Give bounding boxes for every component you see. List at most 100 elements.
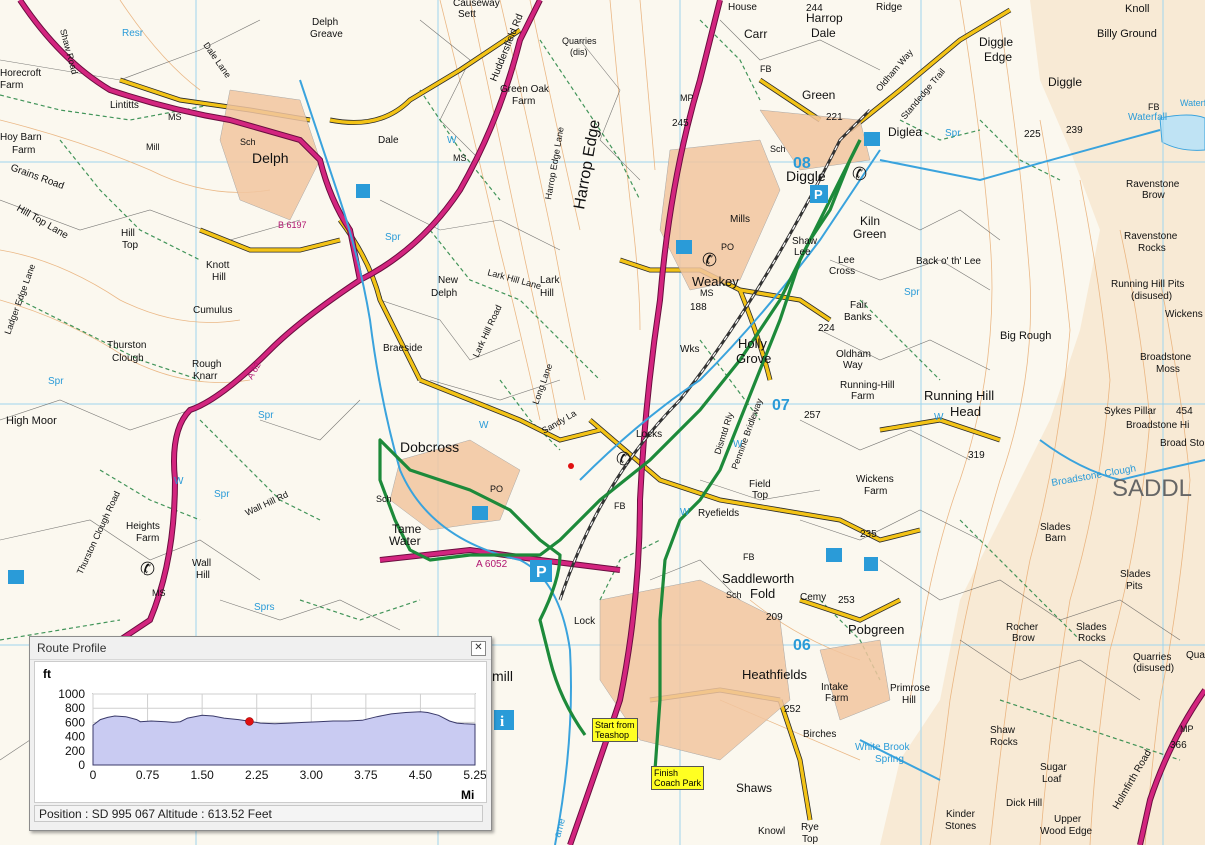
- place-label: Kinder: [946, 809, 976, 820]
- place-label: Diggle: [786, 168, 826, 184]
- water-label: W: [447, 135, 457, 146]
- place-label: Fold: [750, 586, 775, 601]
- x-tick-label: 3.00: [300, 768, 324, 782]
- place-label: Ridge: [876, 2, 903, 13]
- place-label: Top: [752, 490, 769, 501]
- pub-icon: [472, 506, 488, 520]
- place-label: Holly: [738, 336, 767, 351]
- info-icon: i: [494, 710, 514, 730]
- place-label: Ravenstone: [1126, 179, 1180, 190]
- place-label: Hill: [212, 272, 226, 283]
- place-label: (disused): [1133, 663, 1174, 674]
- spot-height: 252: [784, 704, 801, 715]
- place-label: Hill: [121, 228, 135, 239]
- close-button[interactable]: ✕: [471, 641, 486, 656]
- place-label: Farm: [0, 80, 23, 91]
- place-label: Hill: [902, 695, 916, 706]
- place-label: Weakey: [692, 274, 739, 289]
- place-label: New: [438, 275, 459, 286]
- place-label: Birches: [803, 729, 836, 740]
- spot-height: 235: [860, 529, 877, 540]
- telephone-icon: ✆: [702, 250, 717, 271]
- place-label: Intake: [821, 682, 849, 693]
- place-label: Lee: [794, 247, 811, 258]
- place-label: Pobgreen: [848, 622, 904, 637]
- elevation-chart[interactable]: ft Mi 1000 800 600 400 200 0 0 0.75 1.50 2.25 3.0…: [34, 661, 487, 803]
- place-label: FB: [760, 64, 772, 74]
- place-label: Lark: [540, 275, 560, 286]
- place-label: Wickens: [1165, 309, 1203, 320]
- place-label: Dale: [378, 135, 399, 146]
- place-label: Stones: [945, 821, 976, 832]
- place-label: Braeside: [383, 343, 423, 354]
- route-profile-window[interactable]: Route Profile ✕ ft Mi 1000 800 600 400 200 0 …: [29, 636, 492, 831]
- place-label: Sch: [376, 494, 392, 504]
- route-profile-titlebar[interactable]: Route Profile ✕: [30, 637, 491, 660]
- water-label: Spr: [214, 489, 230, 500]
- spot-height: 209: [766, 612, 783, 623]
- water-label: Spr: [945, 128, 961, 139]
- place-label: Causeway: [453, 0, 500, 9]
- spot-height: 224: [818, 323, 835, 334]
- place-label: Dick Hill: [1006, 798, 1042, 809]
- parking-icon: P: [530, 560, 552, 582]
- place-label: MS: [453, 153, 467, 163]
- x-tick-label: 0.75: [136, 768, 160, 782]
- place-label: PO: [721, 242, 734, 252]
- place-label: Slades: [1076, 622, 1107, 633]
- place-label: High Moor: [6, 415, 57, 427]
- place-label: Shaw: [792, 236, 818, 247]
- road-label: A 6052: [476, 559, 508, 570]
- place-label: Ryefields: [698, 508, 739, 519]
- place-label: Sch: [240, 137, 256, 147]
- place-label: Heights: [126, 521, 160, 532]
- place-label: Farm: [851, 391, 874, 402]
- place-label: Lintitts: [110, 100, 139, 111]
- place-label: (dis): [570, 47, 588, 57]
- place-label: Green: [802, 88, 835, 102]
- place-label: Rough: [192, 359, 221, 370]
- place-label: Horecroft: [0, 68, 41, 79]
- place-label: Wood Edge: [1040, 826, 1093, 837]
- water-label: W: [733, 439, 743, 450]
- place-label: Wickens: [856, 474, 894, 485]
- spot-height: 239: [1066, 125, 1083, 136]
- place-label: Rocks: [1138, 243, 1166, 254]
- route-profile-title: Route Profile: [37, 641, 107, 655]
- place-label: Wks: [680, 344, 699, 355]
- place-label: Running-Hill: [840, 380, 894, 391]
- water-label: Spr: [48, 376, 64, 387]
- x-tick-label: 1.50: [190, 768, 214, 782]
- place-label: Lee: [838, 255, 855, 266]
- place-label: MS: [700, 288, 714, 298]
- place-label: Carr: [744, 27, 767, 41]
- place-label: House: [728, 2, 757, 13]
- spot-height: 188: [690, 302, 707, 313]
- y-tick-label: 0: [78, 758, 85, 772]
- spot-height: 245: [672, 118, 689, 129]
- svg-text:✆: ✆: [702, 250, 717, 271]
- place-label: Saddleworth: [722, 571, 794, 586]
- place-label: Cemy: [800, 592, 826, 603]
- water-label: W: [680, 507, 690, 518]
- x-tick-label: 0: [90, 768, 97, 782]
- place-label: Pits: [1126, 581, 1143, 592]
- place-label: Rocher: [1006, 622, 1039, 633]
- place-label: Hill: [196, 570, 210, 581]
- place-label: Hill: [540, 288, 554, 299]
- place-label: Running Hill Pits: [1111, 279, 1184, 290]
- place-label: Rocks: [990, 737, 1018, 748]
- place-label: Broadstone Hi: [1126, 420, 1189, 431]
- place-label: Big Rough: [1000, 330, 1051, 342]
- place-label: Top: [802, 834, 819, 845]
- y-tick-label: 600: [65, 715, 85, 729]
- place-label: Barn: [1045, 533, 1066, 544]
- y-tick-label: 1000: [58, 687, 85, 701]
- place-label: Green Oak: [500, 84, 550, 95]
- pub-icon: [864, 132, 880, 146]
- place-label: Farm: [12, 145, 35, 156]
- x-unit-label: Mi: [461, 788, 474, 802]
- place-label: Hoy Barn: [0, 132, 42, 143]
- place-label: Slades: [1040, 522, 1071, 533]
- svg-text:✆: ✆: [852, 164, 867, 185]
